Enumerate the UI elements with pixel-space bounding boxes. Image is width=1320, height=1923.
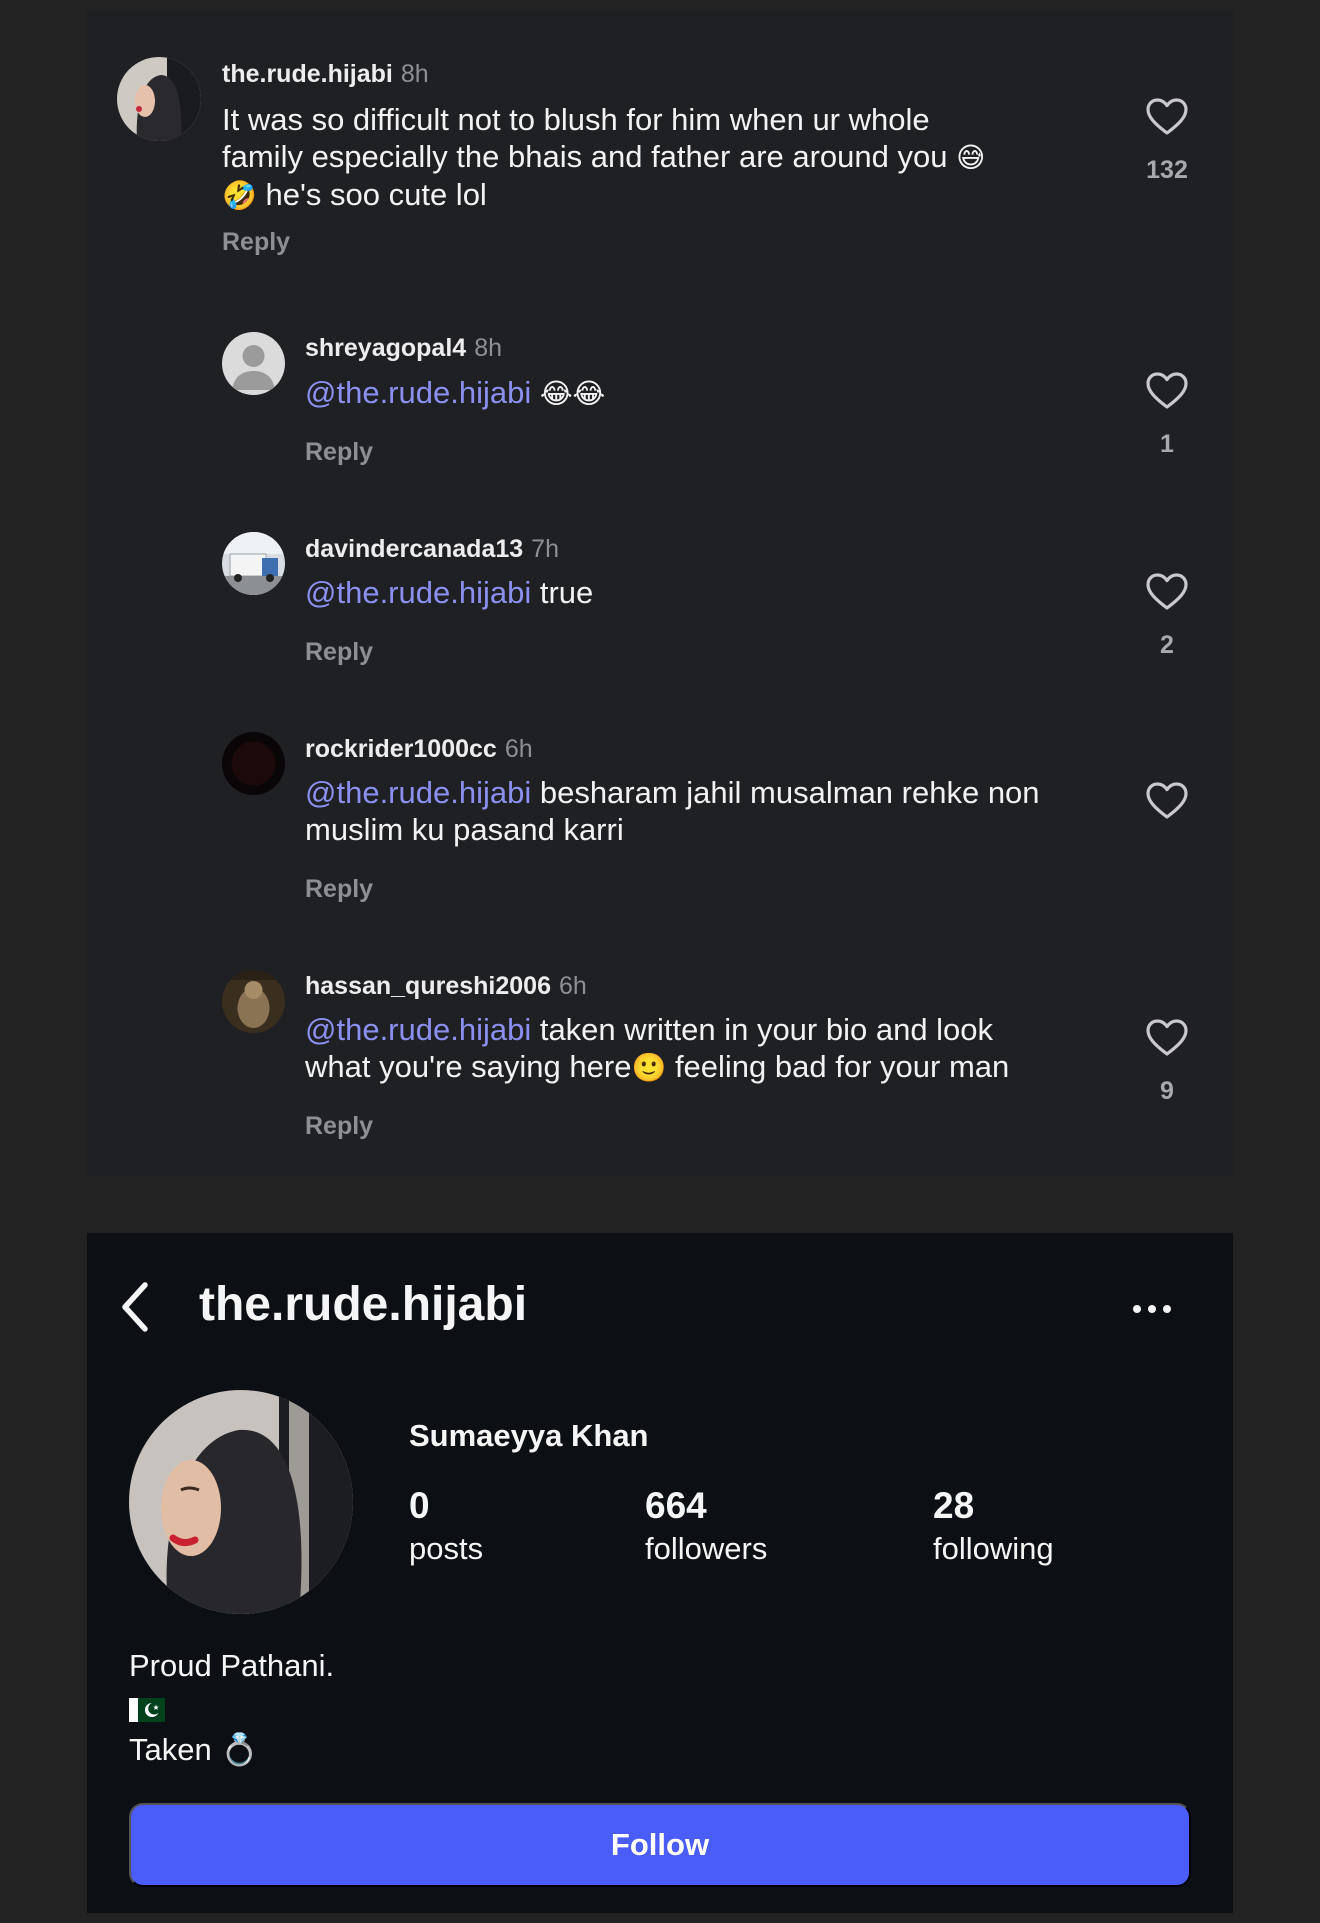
comment-time: 6h	[558, 972, 587, 1000]
profile-panel: the.rude.hijabi Sumaeyya Khan 0 posts 66…	[87, 1233, 1233, 1913]
comment-text: @the.rude.hijabi taken written in your b…	[305, 1011, 1125, 1086]
comment-text-line: true	[531, 575, 594, 610]
comment-text: @the.rude.hijabi besharam jahil musalman…	[305, 774, 1125, 848]
stat-value: 28	[933, 1485, 975, 1526]
comment-time: 6h	[504, 735, 533, 763]
emoji-rofl: 🤣	[222, 180, 257, 211]
heart-icon[interactable]	[1145, 572, 1189, 612]
comment-text: @the.rude.hijabi true	[305, 574, 1085, 611]
mention-link[interactable]: @the.rude.hijabi	[305, 1012, 531, 1047]
emoji-joy: 😂😂	[539, 378, 606, 409]
comment-username[interactable]: shreyagopal4	[305, 334, 466, 362]
comment-time: 8h	[474, 334, 502, 362]
bio-line: Proud Pathani.	[129, 1648, 335, 1683]
bio-flag-line	[129, 1687, 334, 1729]
avatar[interactable]	[117, 57, 201, 141]
profile-avatar[interactable]	[129, 1390, 353, 1614]
like-button[interactable]: 132	[1127, 97, 1207, 185]
stat-label: posts	[409, 1531, 484, 1566]
avatar[interactable]	[222, 732, 285, 795]
comment-time: 8h	[400, 60, 429, 88]
mention-link[interactable]: @the.rude.hijabi	[305, 375, 531, 410]
reply-button[interactable]: Reply	[305, 438, 373, 467]
mention-link[interactable]: @the.rude.hijabi	[305, 775, 531, 810]
like-button[interactable]: 9	[1127, 1018, 1207, 1106]
like-count: 132	[1146, 156, 1188, 184]
heart-icon[interactable]	[1145, 371, 1189, 411]
comment-text-line: he's soo cute lol	[256, 177, 487, 212]
comment-username[interactable]: rockrider1000cc	[305, 735, 497, 763]
more-options-icon[interactable]	[1127, 1289, 1177, 1329]
like-button[interactable]: 1	[1127, 371, 1207, 459]
avatar[interactable]	[222, 532, 285, 595]
profile-bio: Proud Pathani. Taken 💍	[129, 1645, 334, 1771]
bio-line: Taken 💍	[129, 1729, 334, 1771]
comment-text-line: family especially the bhais and father a…	[222, 139, 948, 174]
ring-icon: 💍	[220, 1732, 259, 1767]
comment-text: It was so difficult not to blush for him…	[222, 101, 1082, 214]
stat-posts[interactable]: 0 posts	[409, 1485, 483, 1567]
reply-button[interactable]: Reply	[305, 638, 373, 667]
comment-username[interactable]: hassan_qureshi2006	[305, 972, 551, 1000]
stat-value: 0	[409, 1485, 430, 1526]
avatar[interactable]	[222, 332, 285, 395]
comment-text-line: It was so difficult not to blush for him…	[222, 102, 930, 137]
stat-label: following	[933, 1531, 1054, 1566]
comment-text-line: feeling bad for your man	[666, 1049, 1010, 1084]
reply-button[interactable]: Reply	[305, 875, 373, 904]
reply-button[interactable]: Reply	[305, 1112, 373, 1141]
stat-followers[interactable]: 664 followers	[645, 1485, 767, 1567]
stat-label: followers	[645, 1531, 768, 1566]
like-count: 2	[1160, 631, 1174, 659]
comment-time: 7h	[531, 535, 559, 563]
comment-text-line: taken written in your bio and look	[531, 1012, 994, 1047]
like-count: 9	[1160, 1077, 1174, 1105]
stat-following[interactable]: 28 following	[933, 1485, 1054, 1567]
heart-icon[interactable]	[1145, 781, 1189, 821]
comment-text-line: besharam jahil musalman rehke non	[531, 775, 1040, 810]
avatar[interactable]	[222, 970, 285, 1033]
heart-icon[interactable]	[1145, 97, 1189, 137]
emoji-slight-smile: 🙂	[631, 1052, 667, 1083]
pakistan-flag-icon	[129, 1697, 165, 1722]
follow-button[interactable]: Follow	[129, 1803, 1191, 1887]
heart-icon[interactable]	[1145, 1018, 1189, 1058]
back-chevron-icon[interactable]	[117, 1279, 153, 1335]
comment-text-line: what you're saying here	[305, 1049, 632, 1084]
stat-value: 664	[645, 1485, 707, 1526]
comment-text-line: muslim ku pasand karri	[305, 812, 624, 847]
bio-text: Taken	[129, 1732, 212, 1767]
emoji-sweat-smile: 😅	[956, 142, 986, 173]
comment-text: @the.rude.hijabi 😂😂	[305, 374, 1085, 412]
comment-username[interactable]: the.rude.hijabi	[222, 60, 393, 88]
profile-username: the.rude.hijabi	[199, 1278, 528, 1331]
profile-full-name: Sumaeyya Khan	[409, 1418, 649, 1453]
comment-username[interactable]: davindercanada13	[305, 535, 523, 563]
like-count: 1	[1160, 430, 1174, 458]
like-button[interactable]: 2	[1127, 572, 1207, 660]
like-button[interactable]	[1127, 781, 1207, 821]
comments-panel: the.rude.hijabi 8h It was so difficult no…	[87, 9, 1233, 1176]
reply-button[interactable]: Reply	[222, 228, 290, 257]
mention-link[interactable]: @the.rude.hijabi	[305, 575, 531, 610]
